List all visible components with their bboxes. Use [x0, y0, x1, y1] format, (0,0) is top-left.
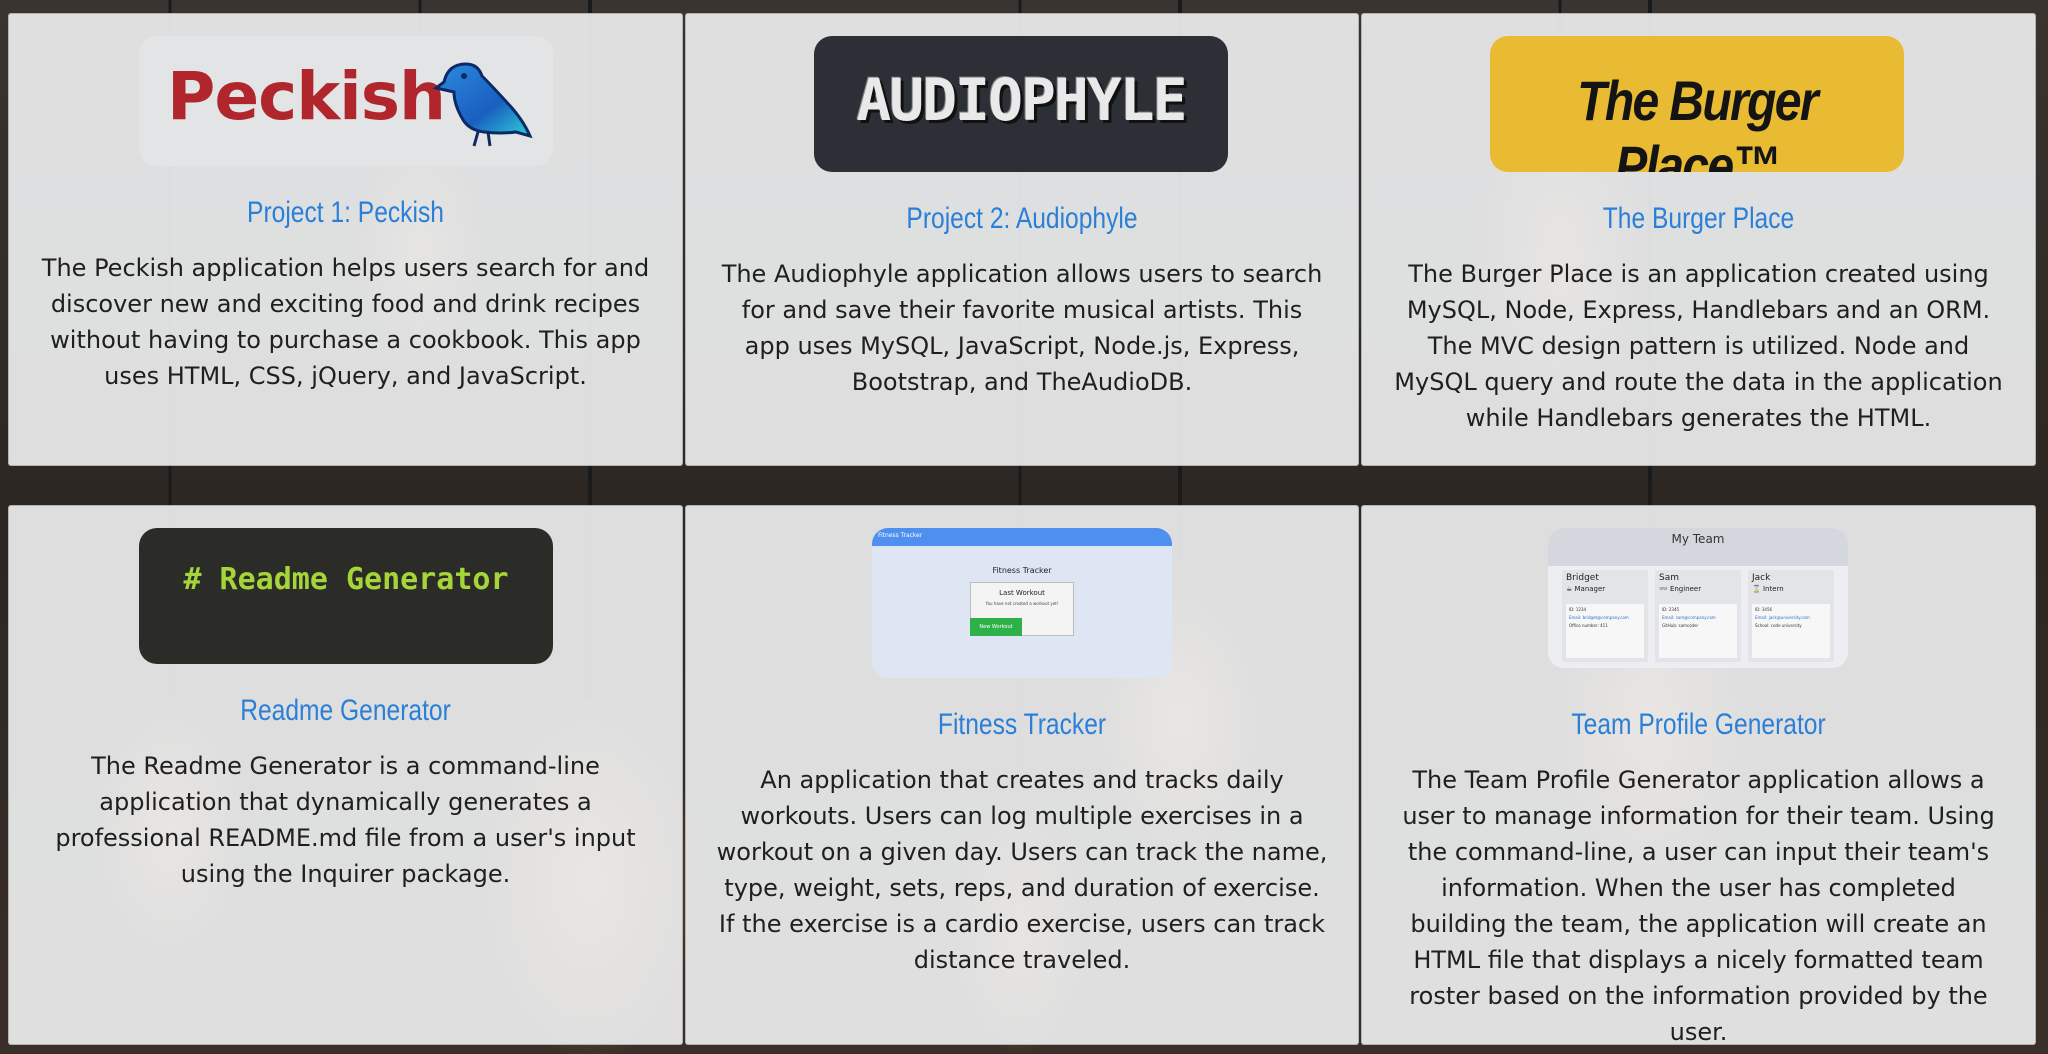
thumb-member-card: Bridget ☕ Manager ID: 1234 Email: bridge…: [1562, 570, 1648, 662]
member-details: ID: 2345 Email: sam@company.com GitHub: …: [1659, 604, 1737, 658]
thumb-heading: Fitness Tracker: [992, 566, 1052, 575]
project-title[interactable]: The Burger Place: [1423, 202, 1975, 236]
project-description: The Peckish application helps users sear…: [41, 254, 650, 390]
member-email: Email: jack@university.com: [1755, 615, 1810, 620]
thumb-navbar: Fitness Tracker: [872, 528, 1172, 546]
member-details: ID: 3456 Email: jack@university.com Scho…: [1752, 604, 1830, 658]
burger-place-logo-text: The Burger Place™: [1577, 69, 1818, 172]
team-profile-screenshot[interactable]: My Team Bridget ☕ Manager ID: 1234 Email…: [1548, 528, 1848, 668]
project-description: The Team Profile Generator application a…: [1402, 766, 1995, 1046]
readme-generator-logo-text: # Readme Generator: [183, 562, 509, 597]
peckish-logo[interactable]: Peckish: [139, 36, 553, 166]
member-name: Jack: [1752, 573, 1771, 583]
thumb-team-header: My Team: [1548, 528, 1848, 566]
member-role: ⌛ Intern: [1752, 585, 1784, 593]
member-id: ID: 1234: [1569, 607, 1587, 612]
project-card-peckish: Peckish Project 1: Peckish The Peckish a…: [8, 13, 683, 466]
project-title[interactable]: Fitness Tracker: [746, 708, 1297, 742]
project-card-team-profile-generator: My Team Bridget ☕ Manager ID: 1234 Email…: [1361, 505, 2036, 1046]
project-description: The Burger Place is an application creat…: [1394, 260, 2003, 432]
thumb-card-text: You have not created a workout yet!: [985, 601, 1059, 606]
member-extra: School: code university: [1755, 623, 1802, 628]
member-details: ID: 1234 Email: bridget@company.com Offi…: [1566, 604, 1644, 658]
bird-icon: [432, 62, 533, 147]
project-title[interactable]: Project 2: Audiophyle: [746, 202, 1297, 236]
project-title[interactable]: Readme Generator: [70, 694, 622, 728]
thumb-card-title: Last Workout: [999, 589, 1045, 597]
thumb-member-card: Sam 👓 Engineer ID: 2345 Email: sam@compa…: [1655, 570, 1741, 662]
readme-generator-logo[interactable]: # Readme Generator: [139, 528, 553, 664]
thumb-new-workout-button: New Workout: [970, 618, 1022, 636]
project-card-audiophyle: AUDIOPHYLE Project 2: Audiophyle The Aud…: [685, 13, 1359, 466]
thumb-nav-text: Fitness Tracker: [878, 532, 923, 539]
audiophyle-logo[interactable]: AUDIOPHYLE: [814, 36, 1228, 172]
thumb-member-card: Jack ⌛ Intern ID: 3456 Email: jack@unive…: [1748, 570, 1834, 662]
thumb-team-title: My Team: [1671, 532, 1725, 546]
member-role: 👓 Engineer: [1659, 585, 1702, 593]
burger-place-logo[interactable]: The Burger Place™: [1490, 36, 1904, 172]
project-card-fitness-tracker: Fitness Tracker Fitness Tracker Last Wor…: [685, 505, 1359, 1045]
member-extra: Office number: 411: [1569, 623, 1608, 628]
member-id: ID: 2345: [1662, 607, 1680, 612]
project-card-readme-generator: # Readme Generator Readme Generator The …: [8, 505, 683, 1045]
project-description: The Audiophyle application allows users …: [721, 260, 1323, 396]
member-email: Email: sam@company.com: [1662, 615, 1716, 620]
member-name: Sam: [1659, 573, 1679, 583]
fitness-tracker-screenshot[interactable]: Fitness Tracker Fitness Tracker Last Wor…: [872, 528, 1172, 678]
project-description: An application that creates and tracks d…: [716, 766, 1328, 974]
member-email: Email: bridget@company.com: [1569, 615, 1629, 620]
member-role: ☕ Manager: [1566, 585, 1606, 593]
project-title[interactable]: Team Profile Generator: [1423, 708, 1975, 742]
peckish-logo-text: Peckish: [167, 58, 446, 135]
project-card-burger-place: The Burger Place™ The Burger Place The B…: [1361, 13, 2036, 466]
project-description: The Readme Generator is a command-line a…: [55, 752, 636, 888]
member-id: ID: 3456: [1755, 607, 1773, 612]
member-name: Bridget: [1566, 573, 1599, 583]
audiophyle-logo-text: AUDIOPHYLE: [856, 66, 1187, 134]
project-title[interactable]: Project 1: Peckish: [70, 196, 622, 230]
member-extra: GitHub: samcoder: [1662, 623, 1699, 628]
